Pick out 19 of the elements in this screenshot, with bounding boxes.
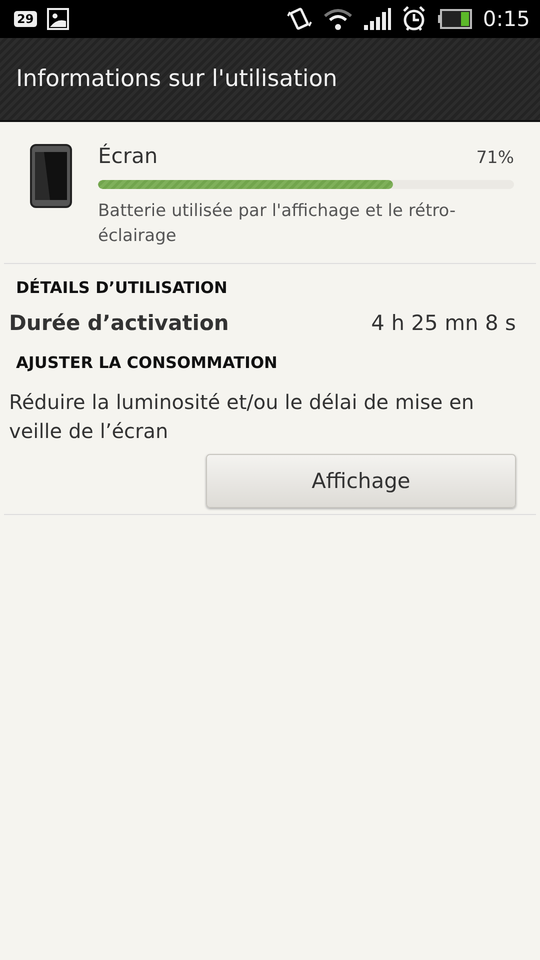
- notification-count: 29: [14, 11, 37, 27]
- usage-percent: 71%: [476, 148, 514, 168]
- battery-icon: [436, 8, 473, 30]
- signal-icon: [362, 7, 391, 31]
- clock-time: 0:15: [482, 7, 530, 31]
- usage-name: Écran: [98, 144, 158, 168]
- wifi-icon: [322, 7, 353, 31]
- phone-icon: [30, 144, 72, 208]
- section-heading: AJUSTER LA CONSOMMATION: [15, 352, 278, 374]
- image-icon: [46, 8, 69, 30]
- detail-value: 4 h 25 mn 8 s: [371, 311, 516, 335]
- usage-description: Batterie utilisée par l'affichage et le rétro-éclairage: [98, 200, 457, 248]
- screen-title: Informations sur l'utilisation: [16, 66, 338, 92]
- section-heading: DÉTAILS D’UTILISATION: [15, 277, 228, 299]
- vibrate-icon: [286, 6, 313, 32]
- display-button[interactable]: Affichage: [206, 454, 516, 508]
- adjust-description: Réduire la luminosité et/ou le délai de mise en veille de l’écran: [8, 389, 476, 445]
- detail-label: Durée d’activation: [9, 311, 229, 335]
- alarm-clock-icon: [400, 5, 427, 33]
